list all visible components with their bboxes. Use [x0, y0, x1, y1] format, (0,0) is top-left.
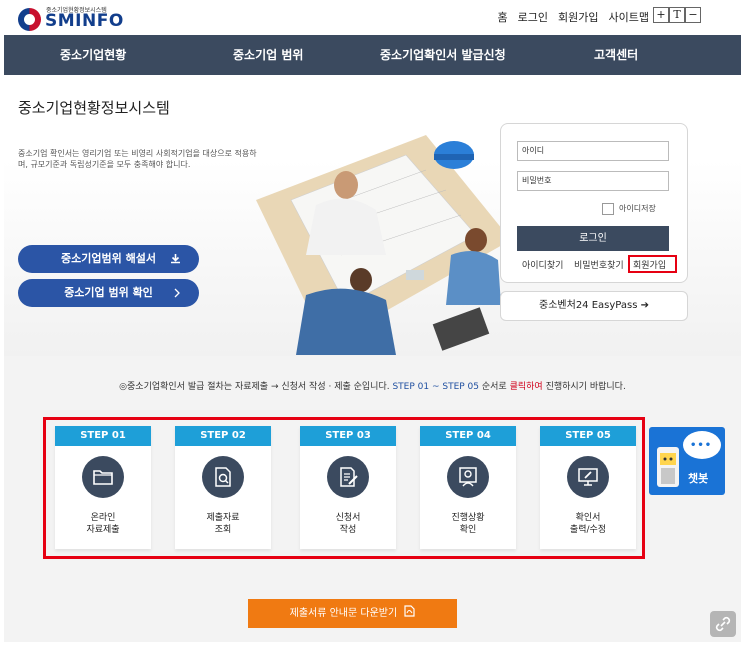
utility-links: 홈 로그인 회원가입 사이트맵	[498, 9, 649, 25]
progress-check-icon	[447, 456, 489, 498]
step-tab: STEP 03	[300, 426, 396, 446]
link-icon	[715, 616, 731, 632]
font-increase-button[interactable]: +	[653, 7, 669, 23]
step-label: 진행상황 확인	[451, 513, 485, 535]
font-decrease-button[interactable]: −	[685, 7, 701, 23]
scope-check-label: 중소기업 범위 확인	[64, 286, 153, 299]
guide-text-steps: STEP 01 ~ STEP 05	[392, 382, 480, 392]
download-icon	[170, 245, 181, 275]
font-reset-button[interactable]: T	[669, 7, 685, 23]
step-label: 신청서 작성	[335, 513, 361, 535]
easypass-button[interactable]: 중소벤처24 EasyPass ➔	[500, 291, 688, 321]
main-nav: 중소기업현황 중소기업 범위 중소기업확인서 발급신청 고객센터	[4, 35, 741, 75]
save-id-checkbox[interactable]	[602, 203, 614, 215]
hero-description: 중소기업 확인서는 영리기업 또는 비영리 사회적기업을 대상으로 적용하며, …	[18, 149, 257, 169]
guide-text-prefix: ◎중소기업확인서 발급 절차는 자료제출 → 신청서 작성 · 제출 순입니다.	[119, 382, 393, 392]
find-password-link[interactable]: 비밀번호찾기	[574, 258, 624, 271]
step-label: 확인서 출력/수정	[569, 513, 607, 535]
chatbot-button[interactable]: ••• 챗봇	[649, 427, 725, 495]
scope-check-button[interactable]: 중소기업 범위 확인	[18, 279, 199, 307]
page-title: 중소기업현황정보시스템	[18, 99, 170, 117]
step-03-card[interactable]: STEP 03 신청서 작성	[300, 426, 396, 549]
step-tab: STEP 05	[540, 426, 636, 446]
logo[interactable]: 중소기업현황정보시스템 SMINFO	[18, 2, 128, 32]
step-04-card[interactable]: STEP 04 진행상황 확인	[420, 426, 516, 549]
office-meeting-illustration	[256, 135, 511, 355]
document-guide-download-button[interactable]: 제출서류 안내문 다운받기	[248, 599, 457, 628]
step-02-card[interactable]: STEP 02 제출자료 조회	[175, 426, 271, 549]
download-label: 제출서류 안내문 다운받기	[289, 608, 398, 619]
chatbot-label: 챗봇	[688, 472, 709, 485]
robot-icon	[657, 447, 679, 487]
login-panel: 아이디 비밀번호 아이디저장 로그인 아이디찾기 비밀번호찾기 회원가입	[500, 123, 688, 283]
scope-guide-download-button[interactable]: 중소기업범위 해설서	[18, 245, 199, 273]
step-tab: STEP 01	[55, 426, 151, 446]
nav-item-certificate-apply[interactable]: 중소기업확인서 발급신청	[380, 35, 506, 75]
sitemap-link[interactable]: 사이트맵	[609, 9, 649, 25]
top-header: 중소기업현황정보시스템 SMINFO 홈 로그인 회원가입 사이트맵 + T −	[0, 0, 745, 34]
page: 중소기업현황정보시스템 SMINFO 홈 로그인 회원가입 사이트맵 + T −…	[0, 0, 745, 647]
step-label: 제출자료 조회	[206, 513, 240, 535]
chevron-right-icon	[173, 279, 181, 309]
step-01-card[interactable]: STEP 01 온라인 자료제출	[55, 426, 151, 549]
print-edit-icon	[567, 456, 609, 498]
chat-dots-icon: •••	[690, 440, 713, 451]
find-id-link[interactable]: 아이디찾기	[522, 258, 563, 271]
step-label: 온라인 자료제출	[86, 513, 120, 535]
taegeuk-logo-icon	[18, 8, 41, 31]
password-input[interactable]: 비밀번호	[517, 171, 669, 191]
nav-item-company-status[interactable]: 중소기업현황	[60, 35, 126, 75]
home-link[interactable]: 홈	[498, 9, 508, 25]
step-05-card[interactable]: STEP 05 확인서 출력/수정	[540, 426, 636, 549]
login-link[interactable]: 로그인	[518, 9, 548, 25]
pdf-icon	[400, 605, 415, 619]
signup-link[interactable]: 회원가입	[558, 9, 598, 25]
guide-text-mid: 순서로	[479, 382, 510, 392]
guide-text-suffix: 진행하시기 바랍니다.	[542, 382, 626, 392]
guide-text-click: 클릭하여	[509, 382, 543, 392]
signup-highlight-box	[628, 255, 677, 273]
share-link-button[interactable]	[710, 611, 736, 637]
save-id-label: 아이디저장	[619, 204, 656, 213]
nav-item-company-scope[interactable]: 중소기업 범위	[233, 35, 303, 75]
scope-guide-label: 중소기업범위 해설서	[61, 252, 156, 265]
id-input[interactable]: 아이디	[517, 141, 669, 161]
procedure-guide-text: ◎중소기업확인서 발급 절차는 자료제출 → 신청서 작성 · 제출 순입니다.…	[0, 379, 745, 392]
folder-icon	[82, 456, 124, 498]
nav-item-customer-center[interactable]: 고객센터	[594, 35, 638, 75]
step-tab: STEP 04	[420, 426, 516, 446]
login-button[interactable]: 로그인	[517, 226, 669, 251]
step-tab: STEP 02	[175, 426, 271, 446]
logo-title: SMINFO	[45, 11, 124, 31]
document-search-icon	[202, 456, 244, 498]
write-document-icon	[327, 456, 369, 498]
